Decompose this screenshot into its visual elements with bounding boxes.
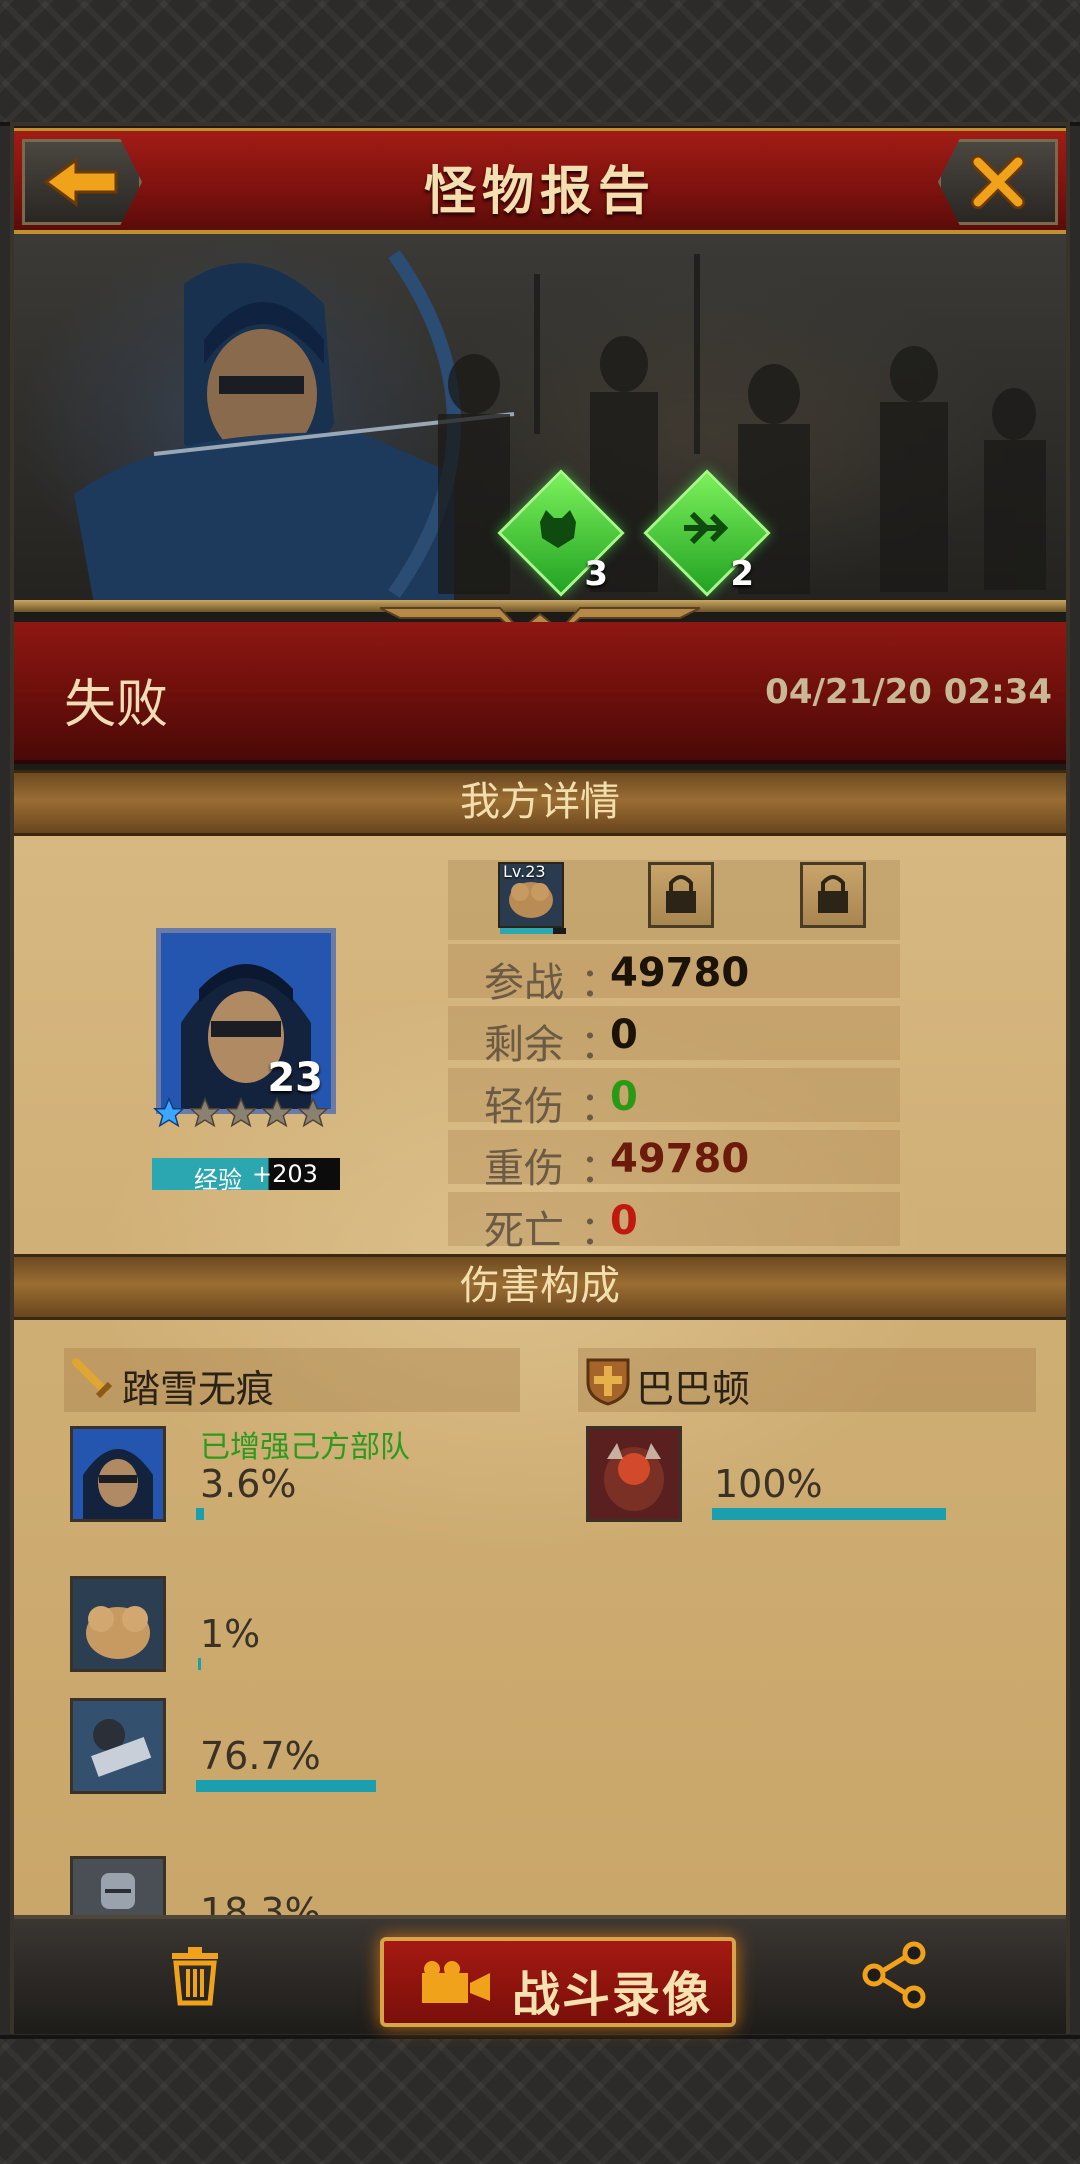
defender-name: 巴巴顿 — [636, 1367, 751, 1411]
stat-label: 死亡 — [484, 1208, 564, 1254]
attacker-name: 踏雪无痕 — [122, 1367, 275, 1411]
video-camera-icon — [422, 1961, 490, 2003]
damage-monster-icon[interactable] — [586, 1426, 682, 1522]
stat-row-remaining: 剩余 ： 0 — [448, 1006, 900, 1068]
buff-count: 3 — [584, 554, 608, 594]
damage-note: 已增强己方部队 — [200, 1430, 410, 1465]
stat-label: 参战 — [484, 960, 564, 1006]
damage-percent: 76.7% — [200, 1734, 321, 1778]
damage-cannon-icon[interactable] — [70, 1698, 166, 1794]
damage-bar — [198, 1658, 201, 1670]
close-button[interactable] — [938, 139, 1058, 225]
exp-label: 经验 — [194, 1166, 242, 1194]
bottom-toolbar: 战斗录像 — [14, 1915, 1066, 2034]
star-empty-icon — [297, 1097, 329, 1128]
section-damage: 伤害构成 — [14, 1254, 1066, 1320]
bottom-decor-border — [0, 2035, 1080, 2164]
stat-row-participated: 参战 ： 49780 — [448, 944, 900, 1006]
buff-arrows: 2 — [643, 469, 771, 597]
troop-level: Lv.23 — [503, 862, 546, 881]
stat-value: 0 — [610, 1198, 638, 1244]
buff-beast: 3 — [497, 469, 625, 597]
hero-avatar-small — [83, 1449, 153, 1519]
star-empty-icon — [189, 1097, 221, 1128]
stat-value: 49780 — [610, 950, 750, 996]
monster-icon — [604, 1443, 664, 1511]
star-filled-icon — [153, 1097, 185, 1128]
beast-head-icon — [540, 510, 576, 548]
troop-bar — [500, 928, 566, 934]
trash-icon[interactable] — [164, 1945, 226, 2007]
damage-percent: 3.6% — [200, 1462, 297, 1506]
shield-icon — [586, 1358, 630, 1406]
defender-header: 巴巴顿 — [578, 1348, 1036, 1412]
star-empty-icon — [261, 1097, 293, 1128]
knight-troop-icon — [101, 1873, 135, 1909]
stat-value: 49780 — [610, 1136, 750, 1182]
troop-slot-1[interactable]: Lv.23 — [498, 862, 566, 934]
troop-slots: Lv.23 — [448, 860, 900, 940]
stat-label: 轻伤 — [484, 1084, 564, 1130]
stat-label: 重伤 — [484, 1146, 564, 1192]
report-content[interactable]: 我方详情 23 经验 +203 Lv.23 参战 ： 49780 剩余 ： 0 … — [14, 770, 1066, 1915]
arrow-burst-icon — [684, 511, 729, 545]
battle-datetime: 04/21/20 02:34 — [765, 672, 1052, 712]
damage-bar — [196, 1780, 376, 1792]
hero-level: 23 — [267, 1055, 323, 1101]
stat-value: 0 — [610, 1012, 638, 1058]
damage-hero-icon[interactable] — [70, 1426, 166, 1522]
troop-slot-2[interactable] — [648, 862, 714, 928]
damage-percent: 18.3% — [200, 1890, 321, 1915]
damage-bar — [196, 1508, 204, 1520]
hero-stars — [152, 1096, 352, 1132]
buff-count: 2 — [730, 554, 754, 594]
attacker-header: 踏雪无痕 — [64, 1348, 520, 1412]
lock-icon — [666, 875, 696, 913]
page-title: 怪物报告 — [423, 162, 656, 222]
stat-value: 0 — [610, 1074, 638, 1120]
battle-replay-label: 战斗录像 — [512, 1967, 713, 2023]
battle-replay-button[interactable]: 战斗录像 — [380, 1937, 736, 2027]
stat-row-dead: 死亡 ： 0 — [448, 1192, 900, 1254]
troop-slot-3[interactable] — [800, 862, 866, 928]
share-icon[interactable] — [860, 1941, 928, 2009]
lock-icon — [818, 875, 848, 913]
stat-row-heavy-injury: 重伤 ： 49780 — [448, 1130, 900, 1192]
close-icon — [971, 155, 1025, 209]
header-bar: 怪物报告 — [14, 128, 1066, 234]
top-decor-border — [0, 0, 1080, 126]
battle-result: 失败 — [64, 675, 169, 735]
result-bar: 失败 04/21/20 02:34 — [14, 622, 1066, 764]
hero-portrait[interactable]: 23 — [156, 928, 336, 1114]
damage-percent: 1% — [200, 1612, 261, 1656]
cannon-troop-icon — [91, 1719, 152, 1777]
stat-label: 剩余 — [484, 1022, 564, 1068]
section-my-details: 我方详情 — [14, 770, 1066, 836]
damage-percent: 100% — [714, 1462, 823, 1506]
sword-icon — [72, 1358, 113, 1399]
stat-row-light-injury: 轻伤 ： 0 — [448, 1068, 900, 1130]
hero-exp-bar: 经验 +203 — [152, 1158, 340, 1194]
exp-value: +203 — [252, 1160, 318, 1188]
damage-beast-icon[interactable] — [70, 1576, 166, 1672]
damage-knight-icon[interactable] — [70, 1856, 166, 1915]
star-empty-icon — [225, 1097, 257, 1128]
battle-banner: 3 2 — [14, 234, 1066, 612]
damage-bar — [712, 1508, 946, 1520]
beast-troop-icon — [86, 1606, 150, 1659]
